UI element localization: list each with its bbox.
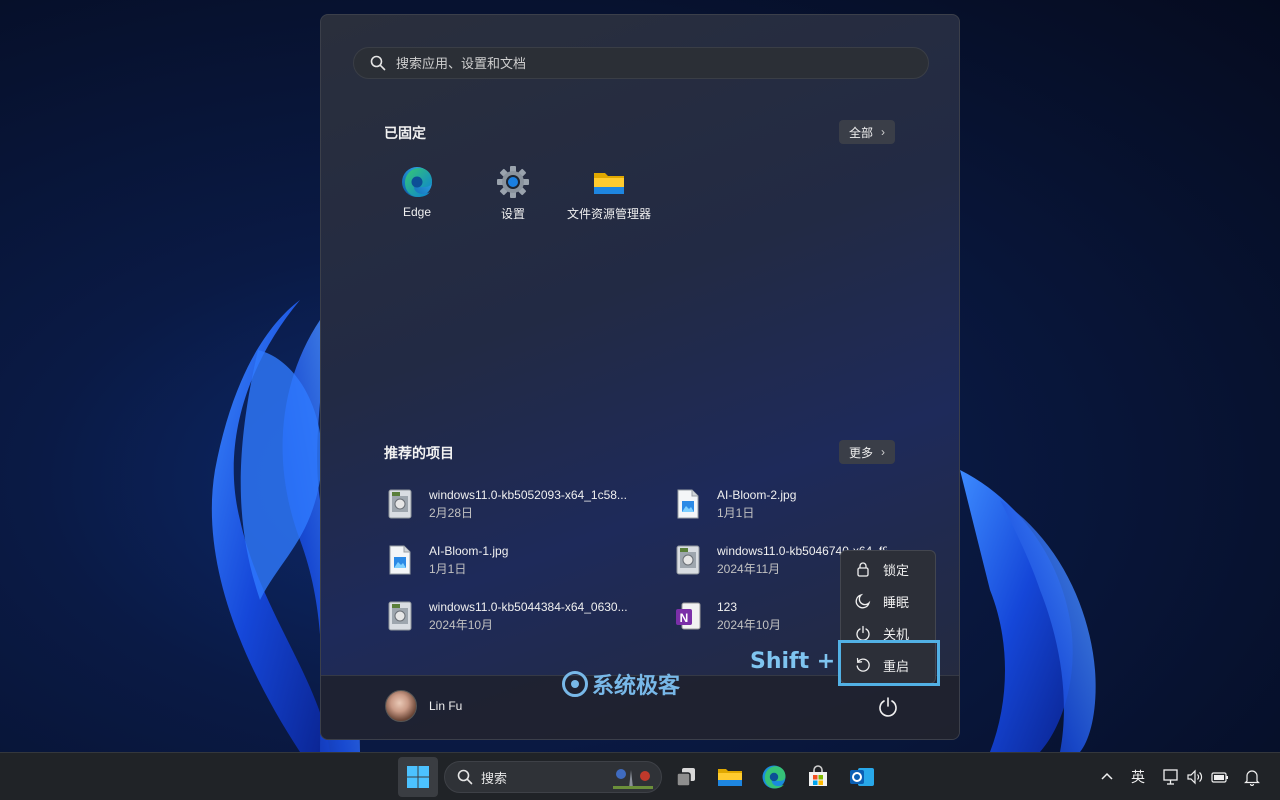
input-method-indicator[interactable]: 英 bbox=[1131, 767, 1145, 787]
watermark-text: 系统极客 bbox=[592, 674, 681, 699]
watermark: 系统极客 bbox=[562, 668, 680, 700]
moon-icon bbox=[855, 593, 871, 609]
power-icon[interactable] bbox=[877, 696, 899, 718]
power-menu-lock[interactable]: 锁定 bbox=[841, 554, 937, 584]
taskbar-outlook[interactable] bbox=[842, 757, 882, 797]
pinned-apps-grid: Edge 设置 文件资源管理器 bbox=[369, 165, 657, 222]
recommended-item-date: 1月1日 bbox=[429, 561, 467, 576]
battery-icon bbox=[1211, 772, 1228, 783]
chevron-right-icon: › bbox=[881, 125, 885, 139]
avatar bbox=[385, 690, 417, 722]
power-menu-label: 睡眠 bbox=[883, 594, 910, 610]
more-label: 更多 bbox=[848, 445, 873, 460]
user-account-button[interactable]: Lin Fu bbox=[385, 690, 462, 722]
settings-gear-icon bbox=[496, 165, 530, 199]
svg-text:N: N bbox=[680, 611, 689, 625]
recommended-item[interactable]: windows11.0-kb5044384-x64_0630... 2024年1… bbox=[385, 596, 655, 636]
recommended-item-name: windows11.0-kb5044384-x64_0630... bbox=[429, 599, 628, 614]
speaker-icon bbox=[1187, 769, 1203, 785]
taskbar-microsoft-store[interactable] bbox=[798, 757, 838, 797]
microsoft-store-icon bbox=[809, 765, 827, 786]
pinned-app-file-explorer[interactable]: 文件资源管理器 bbox=[561, 165, 657, 222]
taskbar-file-explorer[interactable] bbox=[710, 757, 750, 797]
search-icon bbox=[370, 55, 386, 71]
start-search-box[interactable] bbox=[353, 47, 929, 79]
notifications-button[interactable] bbox=[1244, 767, 1260, 787]
recommended-item[interactable]: AI-Bloom-2.jpg 1月1日 bbox=[673, 484, 943, 524]
taskbar-search-label: 搜索 bbox=[481, 770, 508, 786]
file-explorer-icon bbox=[718, 769, 742, 786]
tray-overflow-button[interactable] bbox=[1100, 767, 1114, 787]
volume-button[interactable] bbox=[1186, 767, 1204, 787]
user-name: Lin Fu bbox=[429, 699, 463, 713]
restart-highlight-frame bbox=[838, 640, 940, 686]
chevron-up-icon bbox=[1101, 772, 1113, 780]
installer-package-icon bbox=[385, 487, 415, 521]
recommended-item-name: windows11.0-kb5052093-x64_1c58... bbox=[429, 487, 627, 502]
taskbar-search[interactable]: 搜索 bbox=[444, 761, 662, 793]
input-method-label: 英 bbox=[1131, 769, 1145, 785]
recommended-item-name: AI-Bloom-2.jpg bbox=[717, 487, 797, 502]
chevron-right-icon: › bbox=[881, 445, 885, 459]
pinned-app-edge[interactable]: Edge bbox=[369, 165, 465, 222]
pinned-app-label: 设置 bbox=[500, 207, 525, 221]
search-icon bbox=[457, 769, 473, 785]
recommended-item-name: AI-Bloom-1.jpg bbox=[429, 543, 509, 558]
recommended-item-date: 1月1日 bbox=[717, 505, 755, 520]
folder-icon bbox=[592, 165, 626, 199]
power-icon bbox=[856, 625, 870, 641]
recommended-item[interactable]: AI-Bloom-1.jpg 1月1日 bbox=[385, 540, 655, 580]
network-button[interactable] bbox=[1162, 767, 1180, 787]
edge-icon bbox=[400, 165, 434, 199]
pinned-section-title: 已固定 bbox=[384, 125, 426, 141]
search-highlight-icon bbox=[613, 769, 653, 789]
all-apps-label: 全部 bbox=[848, 125, 873, 140]
watermark-logo-icon bbox=[562, 671, 588, 697]
recommended-item[interactable]: windows11.0-kb5052093-x64_1c58... 2月28日 bbox=[385, 484, 655, 524]
taskbar: 搜索 英 bbox=[0, 752, 1280, 800]
bell-icon bbox=[1244, 770, 1260, 786]
more-recommended-button[interactable]: 更多 › bbox=[838, 440, 895, 464]
onenote-icon: N bbox=[673, 599, 703, 633]
image-file-icon bbox=[673, 487, 703, 521]
start-icon bbox=[407, 766, 429, 788]
pinned-app-settings[interactable]: 设置 bbox=[465, 165, 561, 222]
power-menu-label: 锁定 bbox=[883, 562, 910, 578]
start-search-input[interactable] bbox=[396, 55, 876, 71]
installer-package-icon bbox=[673, 543, 703, 577]
power-menu-sleep[interactable]: 睡眠 bbox=[841, 586, 937, 616]
pinned-app-label: Edge bbox=[402, 205, 432, 219]
outlook-icon bbox=[850, 768, 874, 786]
lock-icon bbox=[857, 562, 869, 577]
taskbar-edge[interactable] bbox=[754, 757, 794, 797]
all-apps-button[interactable]: 全部 › bbox=[838, 120, 895, 144]
recommended-section-title: 推荐的项目 bbox=[384, 445, 454, 461]
start-button[interactable] bbox=[398, 757, 438, 797]
image-file-icon bbox=[385, 543, 415, 577]
task-view-button[interactable] bbox=[666, 757, 706, 797]
network-icon bbox=[1163, 769, 1178, 785]
installer-package-icon bbox=[385, 599, 415, 633]
shift-modifier-hint: Shift + bbox=[750, 649, 836, 674]
recommended-item-date: 2024年10月 bbox=[429, 617, 494, 632]
edge-icon bbox=[762, 765, 786, 789]
task-view-icon bbox=[676, 768, 695, 787]
battery-button[interactable] bbox=[1210, 767, 1230, 787]
recommended-item-date: 2月28日 bbox=[429, 505, 474, 520]
pinned-app-label: 文件资源管理器 bbox=[566, 207, 651, 221]
